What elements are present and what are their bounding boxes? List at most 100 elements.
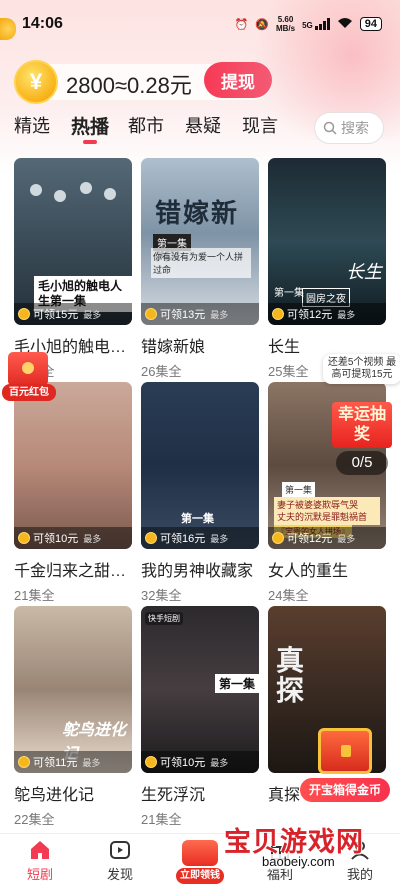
reward-most: 最多 bbox=[337, 309, 356, 320]
coin-icon bbox=[145, 532, 157, 544]
lucky-draw-button[interactable]: 幸运抽奖 bbox=[332, 402, 392, 448]
poster-caption: 妻子被婆婆欺辱气哭 丈夫的沉默是罪魁祸首 bbox=[274, 497, 380, 525]
red-envelope-widget[interactable]: 百元红包 bbox=[2, 352, 58, 402]
coin-icon bbox=[272, 308, 284, 320]
net-speed-value: 5.60 bbox=[277, 15, 294, 24]
reward-text: 可领10元 bbox=[33, 533, 79, 545]
nav-item-discover[interactable]: 发现 bbox=[90, 838, 150, 883]
drama-title[interactable]: 生死浮沉 bbox=[141, 781, 259, 805]
drama-title[interactable]: 千金归来之甜… bbox=[14, 557, 132, 581]
reward-text: 可领12元 bbox=[287, 533, 333, 545]
reward-most: 最多 bbox=[210, 309, 229, 320]
coin-icon bbox=[18, 308, 30, 320]
reward-badge: 可领11元 最多 bbox=[14, 751, 132, 773]
drama-episodes: 22集全 bbox=[14, 812, 55, 827]
alarm-icon: ⏰ bbox=[234, 18, 249, 31]
coin-icon bbox=[18, 532, 30, 544]
drama-card[interactable]: 错嫁新娘 第一集 你有没有为爱一个人拼过命 可领13元 最多 错嫁新娘 26集全 bbox=[141, 158, 259, 380]
drama-title[interactable]: 我的男神收藏家 bbox=[141, 557, 259, 581]
drama-episodes: 24集全 bbox=[268, 588, 309, 603]
drama-poster[interactable]: 可领10元 最多 bbox=[14, 382, 132, 549]
drama-title[interactable]: 错嫁新娘 bbox=[141, 333, 259, 357]
withdraw-button[interactable]: 提现 bbox=[204, 62, 272, 98]
open-chest-button[interactable]: 开宝箱得金币 bbox=[300, 778, 390, 802]
red-envelope-icon bbox=[8, 352, 48, 386]
tab-xuanyi[interactable]: 悬疑 bbox=[185, 112, 242, 148]
poster-episode-tag: 第一集 bbox=[274, 288, 304, 299]
poster-note-line2: 丈夫的沉默是罪魁祸首 bbox=[277, 512, 368, 522]
drama-card[interactable]: 鸵鸟进化记 可领11元 最多 鸵鸟进化记 22集全 bbox=[14, 606, 132, 828]
poster-episode-tag: 第一集 bbox=[282, 482, 316, 497]
reward-most: 最多 bbox=[210, 757, 229, 768]
reward-badge: 可领12元 最多 bbox=[268, 527, 386, 549]
tab-dushi[interactable]: 都市 bbox=[128, 112, 185, 148]
drama-card[interactable]: 第一集 圆房之夜 长生 可领12元 最多 长生 25集全 bbox=[268, 158, 386, 380]
treasure-chest-widget[interactable]: 开宝箱得金币 bbox=[300, 728, 390, 804]
nav-label: 立即领钱 bbox=[176, 868, 224, 884]
lucky-draw-widget[interactable]: 还差5个视频 最高可提现15元 幸运抽奖 0/5 bbox=[323, 354, 400, 475]
reward-most: 最多 bbox=[337, 533, 356, 544]
reward-badge: 可领13元 最多 bbox=[141, 303, 259, 325]
nav-item-short-drama[interactable]: 短剧 bbox=[10, 838, 70, 883]
nav-item-claim-money[interactable]: 立即领钱 bbox=[176, 840, 224, 884]
nav-label: 发现 bbox=[106, 867, 133, 882]
drama-title[interactable]: 鸵鸟进化记 bbox=[14, 781, 132, 805]
coin-icon: ¥ bbox=[14, 60, 58, 104]
drama-title[interactable]: 女人的重生 bbox=[268, 557, 386, 581]
drama-card[interactable]: 快手短剧 第一集 可领10元 最多 生死浮沉 21集全 bbox=[141, 606, 259, 828]
coin-balance-bar[interactable]: ¥ 2800≈0.28元 提现 bbox=[14, 60, 272, 104]
watermark-url: baobeiy.com bbox=[258, 854, 339, 869]
net-speed: 5.60 MB/s bbox=[276, 15, 295, 33]
search-input[interactable]: 搜索 bbox=[314, 112, 384, 144]
drama-card[interactable]: 毛小旭的触电人生第一集 可领15元 最多 毛小旭的触电… 21集全 bbox=[14, 158, 132, 380]
reward-most: 最多 bbox=[83, 309, 102, 320]
reward-most: 最多 bbox=[82, 757, 101, 768]
poster-episode-tag: 第一集 bbox=[214, 674, 259, 693]
coin-icon bbox=[18, 756, 30, 768]
poster-subtitle: 你有没有为爱一个人拼过命 bbox=[151, 248, 251, 278]
site-watermark: 宝贝游戏网 baobeiy.com bbox=[224, 820, 394, 876]
drama-card[interactable]: 第一集 可领16元 最多 我的男神收藏家 32集全 bbox=[141, 382, 259, 604]
category-tabs: 精选 热播 都市 悬疑 现言 bbox=[14, 112, 299, 148]
reward-badge: 可领15元 最多 bbox=[14, 303, 132, 325]
coin-icon bbox=[145, 756, 157, 768]
network-type: 5G bbox=[302, 21, 313, 30]
coin-icon bbox=[145, 308, 157, 320]
reward-text: 可领10元 bbox=[160, 757, 206, 769]
poster-episode-tag: 第一集 bbox=[181, 513, 214, 525]
status-bar: 14:06 ⏰ 🔕 5.60 MB/s 5G 94 bbox=[0, 0, 400, 48]
reward-text: 可领15元 bbox=[33, 309, 79, 321]
reward-text: 可领12元 bbox=[287, 309, 333, 321]
poster-title: 长生 bbox=[346, 262, 382, 283]
money-bag-icon bbox=[182, 840, 218, 866]
tab-xianyan[interactable]: 现言 bbox=[242, 112, 299, 148]
drama-poster[interactable]: 第一集 圆房之夜 长生 可领12元 最多 bbox=[268, 158, 386, 325]
drama-poster[interactable]: 错嫁新娘 第一集 你有没有为爱一个人拼过命 可领13元 最多 bbox=[141, 158, 259, 325]
drama-card[interactable]: 可领10元 最多 千金归来之甜… 21集全 bbox=[14, 382, 132, 604]
treasure-chest-icon bbox=[318, 728, 372, 774]
status-icons: ⏰ 🔕 5.60 MB/s 5G 94 bbox=[235, 15, 382, 33]
reward-badge: 可领16元 最多 bbox=[141, 527, 259, 549]
coin-balance-text: 2800≈0.28元 bbox=[66, 73, 192, 98]
reward-badge: 可领12元 最多 bbox=[268, 303, 386, 325]
tab-rebo[interactable]: 热播 bbox=[71, 112, 128, 148]
drama-episodes: 26集全 bbox=[141, 364, 182, 379]
wifi-icon bbox=[337, 17, 353, 32]
drama-poster[interactable]: 快手短剧 第一集 可领10元 最多 bbox=[141, 606, 259, 773]
tab-jingxuan[interactable]: 精选 bbox=[14, 112, 71, 148]
status-time: 14:06 bbox=[22, 15, 63, 32]
reward-most: 最多 bbox=[83, 533, 102, 544]
reward-badge: 可领10元 最多 bbox=[141, 751, 259, 773]
lucky-draw-tip: 还差5个视频 最高可提现15元 bbox=[323, 354, 400, 384]
battery-icon: 94 bbox=[359, 17, 382, 31]
lucky-draw-progress: 0/5 bbox=[336, 451, 388, 475]
drama-poster[interactable]: 第一集 可领16元 最多 bbox=[141, 382, 259, 549]
reward-badge: 可领10元 最多 bbox=[14, 527, 132, 549]
drama-poster[interactable]: 毛小旭的触电人生第一集 可领15元 最多 bbox=[14, 158, 132, 325]
poster-brand-tag: 快手短剧 bbox=[145, 612, 183, 625]
drama-episodes: 21集全 bbox=[14, 588, 55, 603]
search-icon bbox=[323, 121, 337, 135]
drama-poster[interactable]: 鸵鸟进化记 可领11元 最多 bbox=[14, 606, 132, 773]
reward-text: 可领11元 bbox=[33, 757, 78, 769]
reward-most: 最多 bbox=[210, 533, 229, 544]
